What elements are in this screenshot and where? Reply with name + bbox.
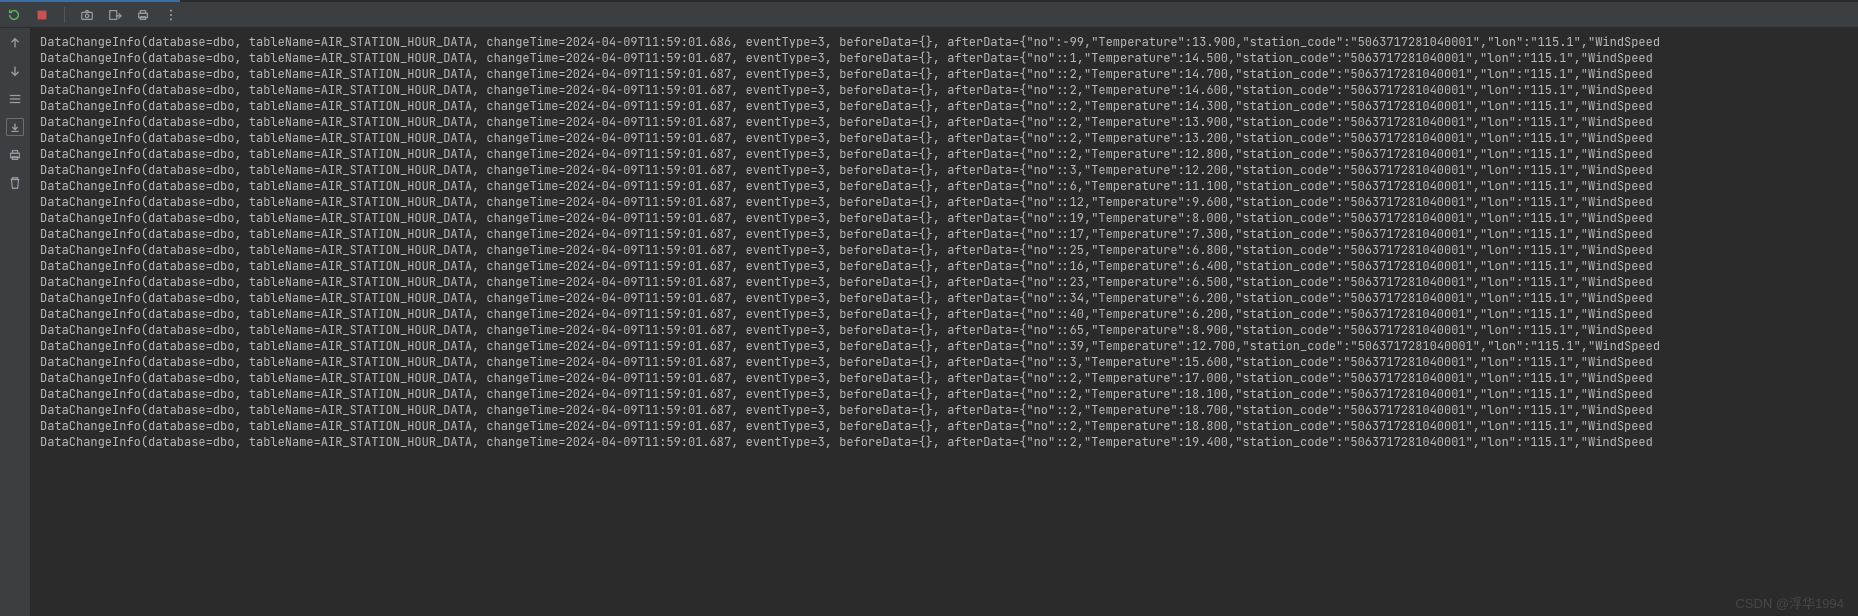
arrow-down-icon[interactable] bbox=[6, 62, 24, 80]
print-icon[interactable] bbox=[135, 7, 151, 23]
toolbar-separator bbox=[64, 7, 65, 23]
trash-icon[interactable] bbox=[6, 174, 24, 192]
log-line: DataChangeInfo(database=dbo, tableName=A… bbox=[40, 82, 1858, 98]
console-toolbar bbox=[0, 2, 1858, 28]
log-line: DataChangeInfo(database=dbo, tableName=A… bbox=[40, 354, 1858, 370]
stop-icon[interactable] bbox=[34, 7, 50, 23]
log-line: DataChangeInfo(database=dbo, tableName=A… bbox=[40, 162, 1858, 178]
log-line: DataChangeInfo(database=dbo, tableName=A… bbox=[40, 306, 1858, 322]
scroll-to-end-icon[interactable] bbox=[6, 118, 24, 136]
log-line: DataChangeInfo(database=dbo, tableName=A… bbox=[40, 418, 1858, 434]
log-line: DataChangeInfo(database=dbo, tableName=A… bbox=[40, 114, 1858, 130]
log-line: DataChangeInfo(database=dbo, tableName=A… bbox=[40, 34, 1858, 50]
log-line: DataChangeInfo(database=dbo, tableName=A… bbox=[40, 242, 1858, 258]
log-line: DataChangeInfo(database=dbo, tableName=A… bbox=[40, 98, 1858, 114]
more-icon[interactable] bbox=[163, 7, 179, 23]
log-line: DataChangeInfo(database=dbo, tableName=A… bbox=[40, 146, 1858, 162]
log-line: DataChangeInfo(database=dbo, tableName=A… bbox=[40, 370, 1858, 386]
log-line: DataChangeInfo(database=dbo, tableName=A… bbox=[40, 322, 1858, 338]
log-line: DataChangeInfo(database=dbo, tableName=A… bbox=[40, 386, 1858, 402]
arrow-up-icon[interactable] bbox=[6, 34, 24, 52]
console-output[interactable]: DataChangeInfo(database=dbo, tableName=A… bbox=[30, 28, 1858, 616]
log-line: DataChangeInfo(database=dbo, tableName=A… bbox=[40, 194, 1858, 210]
console-gutter bbox=[0, 28, 30, 616]
log-line: DataChangeInfo(database=dbo, tableName=A… bbox=[40, 210, 1858, 226]
rerun-icon[interactable] bbox=[6, 7, 22, 23]
log-line: DataChangeInfo(database=dbo, tableName=A… bbox=[40, 290, 1858, 306]
gutter-print-icon[interactable] bbox=[6, 146, 24, 164]
log-line: DataChangeInfo(database=dbo, tableName=A… bbox=[40, 402, 1858, 418]
log-line: DataChangeInfo(database=dbo, tableName=A… bbox=[40, 66, 1858, 82]
console-main: DataChangeInfo(database=dbo, tableName=A… bbox=[0, 28, 1858, 616]
log-line: DataChangeInfo(database=dbo, tableName=A… bbox=[40, 338, 1858, 354]
log-line: DataChangeInfo(database=dbo, tableName=A… bbox=[40, 50, 1858, 66]
log-line: DataChangeInfo(database=dbo, tableName=A… bbox=[40, 178, 1858, 194]
camera-icon[interactable] bbox=[79, 7, 95, 23]
export-icon[interactable] bbox=[107, 7, 123, 23]
soft-wrap-icon[interactable] bbox=[6, 90, 24, 108]
log-line: DataChangeInfo(database=dbo, tableName=A… bbox=[40, 226, 1858, 242]
log-line: DataChangeInfo(database=dbo, tableName=A… bbox=[40, 434, 1858, 450]
log-line: DataChangeInfo(database=dbo, tableName=A… bbox=[40, 274, 1858, 290]
log-line: DataChangeInfo(database=dbo, tableName=A… bbox=[40, 258, 1858, 274]
watermark-text: CSDN @浮华1994 bbox=[1735, 596, 1844, 612]
log-line: DataChangeInfo(database=dbo, tableName=A… bbox=[40, 130, 1858, 146]
